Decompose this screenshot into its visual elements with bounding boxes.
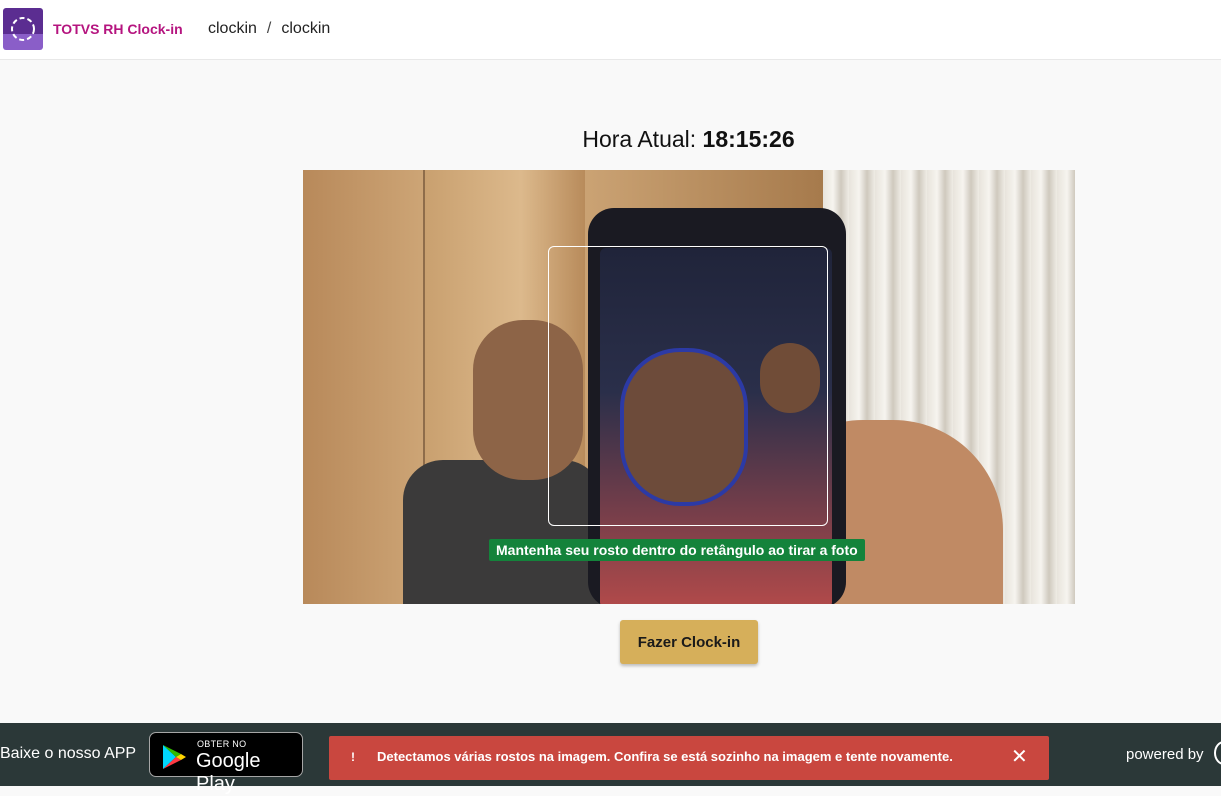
- badge-top-text: OBTER NO: [197, 739, 247, 749]
- powered-by-text: powered by: [1126, 746, 1204, 763]
- breadcrumb-item[interactable]: clockin: [208, 20, 257, 37]
- badge-main-text: Google Play: [196, 750, 261, 795]
- time-label: Hora Atual:: [582, 126, 697, 152]
- time-value: 18:15:26: [702, 126, 795, 152]
- face-guide-rectangle: [548, 246, 828, 526]
- footer: Baixe o nosso APP OBTER NO Google Play !…: [0, 723, 1221, 795]
- error-toast: ! Detectamos várias rostos na imagem. Co…: [329, 736, 1049, 780]
- breadcrumb-item[interactable]: clockin: [281, 20, 330, 37]
- clockin-button[interactable]: Fazer Clock-in: [620, 620, 758, 664]
- camera-hint: Mantenha seu rosto dentro do retângulo a…: [489, 539, 865, 561]
- download-app-text: Baixe o nosso APP: [0, 745, 137, 762]
- breadcrumb-separator: /: [266, 20, 272, 37]
- close-icon[interactable]: ✕: [1011, 747, 1028, 767]
- app-name[interactable]: TOTVS RH Clock-in: [53, 21, 183, 37]
- totvs-footer-logo-icon: [1214, 741, 1221, 765]
- google-play-badge[interactable]: OBTER NO Google Play: [149, 732, 303, 795]
- current-time: Hora Atual: 18:15:26: [0, 126, 1221, 153]
- breadcrumb: clockin / clockin: [208, 20, 330, 38]
- totvs-logo-icon[interactable]: [3, 8, 43, 50]
- toast-message: Detectamos várias rostos na imagem. Conf…: [377, 749, 953, 764]
- top-bar: TOTVS RH Clock-in clockin / clockin: [0, 0, 1221, 60]
- warning-icon: !: [351, 750, 355, 764]
- google-play-icon: [163, 745, 186, 769]
